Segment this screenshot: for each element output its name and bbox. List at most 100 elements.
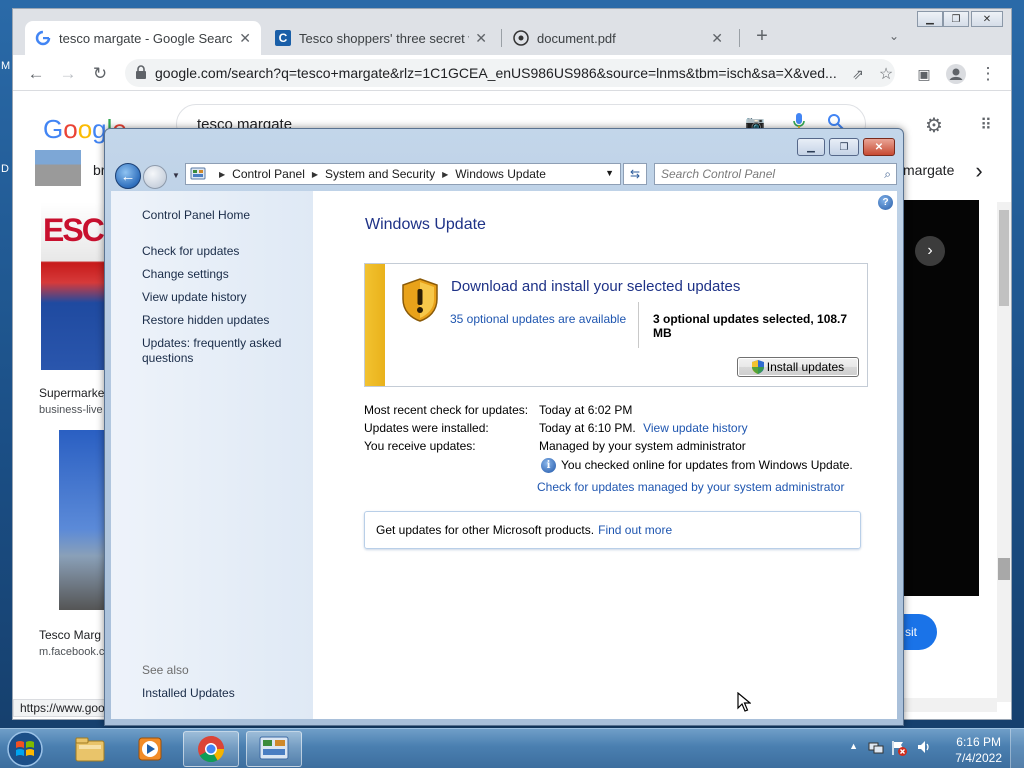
result-source: business-live [39,404,103,416]
close-tab-icon[interactable]: ✕ [475,30,487,47]
find-out-more-link[interactable]: Find out more [598,523,672,537]
scrollbar-thumb[interactable] [999,210,1009,306]
tab-document-pdf[interactable]: document.pdf ✕ [503,21,733,55]
sidebar-updates-faq[interactable]: Updates: frequently asked questions [142,336,292,366]
close-tab-icon[interactable]: ✕ [711,30,723,47]
sidebar-check-for-updates[interactable]: Check for updates [142,244,239,258]
share-icon[interactable]: ⇗ [847,63,869,85]
taskbar-file-explorer[interactable] [62,731,118,767]
recent-pages-dropdown-icon[interactable]: ▼ [172,171,180,180]
chrome-close-button[interactable]: ✕ [971,11,1003,27]
breadcrumb-windows-update[interactable]: Windows Update [455,167,546,181]
volume-speaker-icon[interactable] [916,739,932,758]
right-chip-fragment[interactable]: margate [903,162,954,178]
side-panel-icon[interactable]: ▣ [913,63,935,85]
recent-check-label: Most recent check for updates: [364,403,529,417]
breadcrumb[interactable]: ▶ Control Panel ▶ System and Security ▶ … [185,163,621,185]
install-button-label: Install updates [766,360,845,374]
online-note: You checked online for updates from Wind… [561,458,853,472]
forward-button-icon[interactable] [143,165,167,189]
install-updates-button[interactable]: Install updates [737,357,859,377]
sidebar-installed-updates[interactable]: Installed Updates [142,686,235,700]
next-image-chevron-icon[interactable]: › [915,236,945,266]
taskbar: ▲ 6:16 PM 7/4/2022 [0,728,1024,768]
sidebar-control-panel-home[interactable]: Control Panel Home [142,208,250,222]
tab-tesco-article[interactable]: C Tesco shoppers' three secret wor ✕ [265,21,497,55]
menu-kebab-icon[interactable]: ⋮ [977,63,999,85]
tab-title: tesco margate - Google Search [59,30,234,46]
microsoft-products-box: Get updates for other Microsoft products… [364,511,861,549]
forward-arrow-icon[interactable]: → [57,63,79,85]
bookmark-star-icon[interactable]: ☆ [875,63,897,85]
reload-icon[interactable]: ↻ [89,63,111,85]
sidebar-view-update-history[interactable]: View update history [142,290,247,304]
clock-date: 7/4/2022 [955,751,1002,765]
start-button[interactable] [3,729,47,768]
profile-avatar-icon[interactable] [945,63,967,85]
sidebar-change-settings[interactable]: Change settings [142,267,229,281]
clock[interactable]: 6:16 PM 7/4/2022 [955,734,1002,766]
breadcrumb-arrow-icon[interactable]: ▶ [312,170,318,179]
page-title: Windows Update [365,216,486,233]
cp-minimize-button[interactable]: ▁ [797,138,825,156]
tab-search-chevron-icon[interactable]: ⌄ [883,25,905,47]
breadcrumb-arrow-icon[interactable]: ▶ [219,170,225,179]
recent-check-value: Today at 6:02 PM [539,403,633,417]
tab-title: Tesco shoppers' three secret wor [299,30,469,46]
breadcrumb-arrow-icon[interactable]: ▶ [442,170,448,179]
refresh-icon[interactable]: ⇆ [623,163,647,185]
selected-updates-summary: 3 optional updates selected, 108.7 MB [653,312,848,340]
uac-shield-icon [751,360,764,374]
cp-close-button[interactable]: ✕ [863,138,895,156]
chrome-minimize-button[interactable]: ▁ [917,11,943,27]
apps-grid-icon[interactable]: ⠿ [975,114,997,136]
ms-box-text: Get updates for other Microsoft products… [376,523,595,537]
address-dropdown-icon[interactable]: ▼ [605,168,614,178]
settings-gear-icon[interactable]: ⚙ [923,114,945,137]
chrome-restore-button[interactable]: ❐ [943,11,969,27]
taskbar-chrome[interactable] [183,731,239,767]
receive-value: Managed by your system administrator [539,439,746,453]
search-control-panel-input[interactable]: Search Control Panel ⌕ [654,163,897,185]
action-center-flag-icon[interactable] [890,739,908,760]
show-desktop-button[interactable] [1010,729,1024,768]
horizontal-scrollbar[interactable] [903,698,997,712]
chip-thumbnail-image[interactable] [35,150,81,186]
chevron-right-icon[interactable]: › [968,158,990,183]
back-arrow-icon[interactable]: ← [25,63,47,85]
tab-google-search[interactable]: tesco margate - Google Search ✕ [25,21,261,55]
installed-label: Updates were installed: [364,421,489,435]
result-title[interactable]: Tesco Marg [39,628,101,642]
taskbar-control-panel[interactable] [246,731,302,767]
online-note-row: i You checked online for updates from Win… [541,458,853,474]
clock-time: 6:16 PM [956,735,1001,749]
lock-icon [136,65,146,79]
tesco-margate-image[interactable] [59,430,105,610]
control-panel-icon [190,167,206,180]
breadcrumb-system-security[interactable]: System and Security [325,167,435,181]
address-bar[interactable]: google.com/search?q=tesco+margate&rlz=1C… [125,59,895,87]
breadcrumb-control-panel[interactable]: Control Panel [232,167,305,181]
view-update-history-link[interactable]: View update history [643,421,748,435]
tesco-store-image[interactable]: ESCO [41,202,128,370]
back-button-icon[interactable]: ← [115,163,141,189]
visit-button[interactable]: sit [899,614,937,650]
vertical-divider [638,302,639,348]
cp-maximize-button[interactable]: ❐ [829,138,859,156]
see-also-label: See also [142,663,189,677]
new-tab-plus-icon[interactable]: + [751,25,773,47]
sidebar-restore-hidden-updates[interactable]: Restore hidden updates [142,313,269,327]
scrollbar-thumb-secondary[interactable] [998,558,1010,580]
taskbar-media-player[interactable] [122,731,178,767]
help-icon[interactable]: ? [878,195,893,210]
check-admin-updates-link[interactable]: Check for updates managed by your system… [537,480,844,494]
status-bar-url: https://www.goo [13,699,112,717]
optional-updates-link[interactable]: 35 optional updates are available [450,312,626,326]
windows-orb-icon [7,731,43,767]
network-icon[interactable] [868,739,884,758]
search-icon[interactable]: ⌕ [884,167,891,182]
close-tab-icon[interactable]: ✕ [239,30,251,47]
show-hidden-icons-icon[interactable]: ▲ [849,741,858,751]
page-scrollbar[interactable] [997,202,1011,702]
result-title[interactable]: Supermarke [39,386,104,400]
